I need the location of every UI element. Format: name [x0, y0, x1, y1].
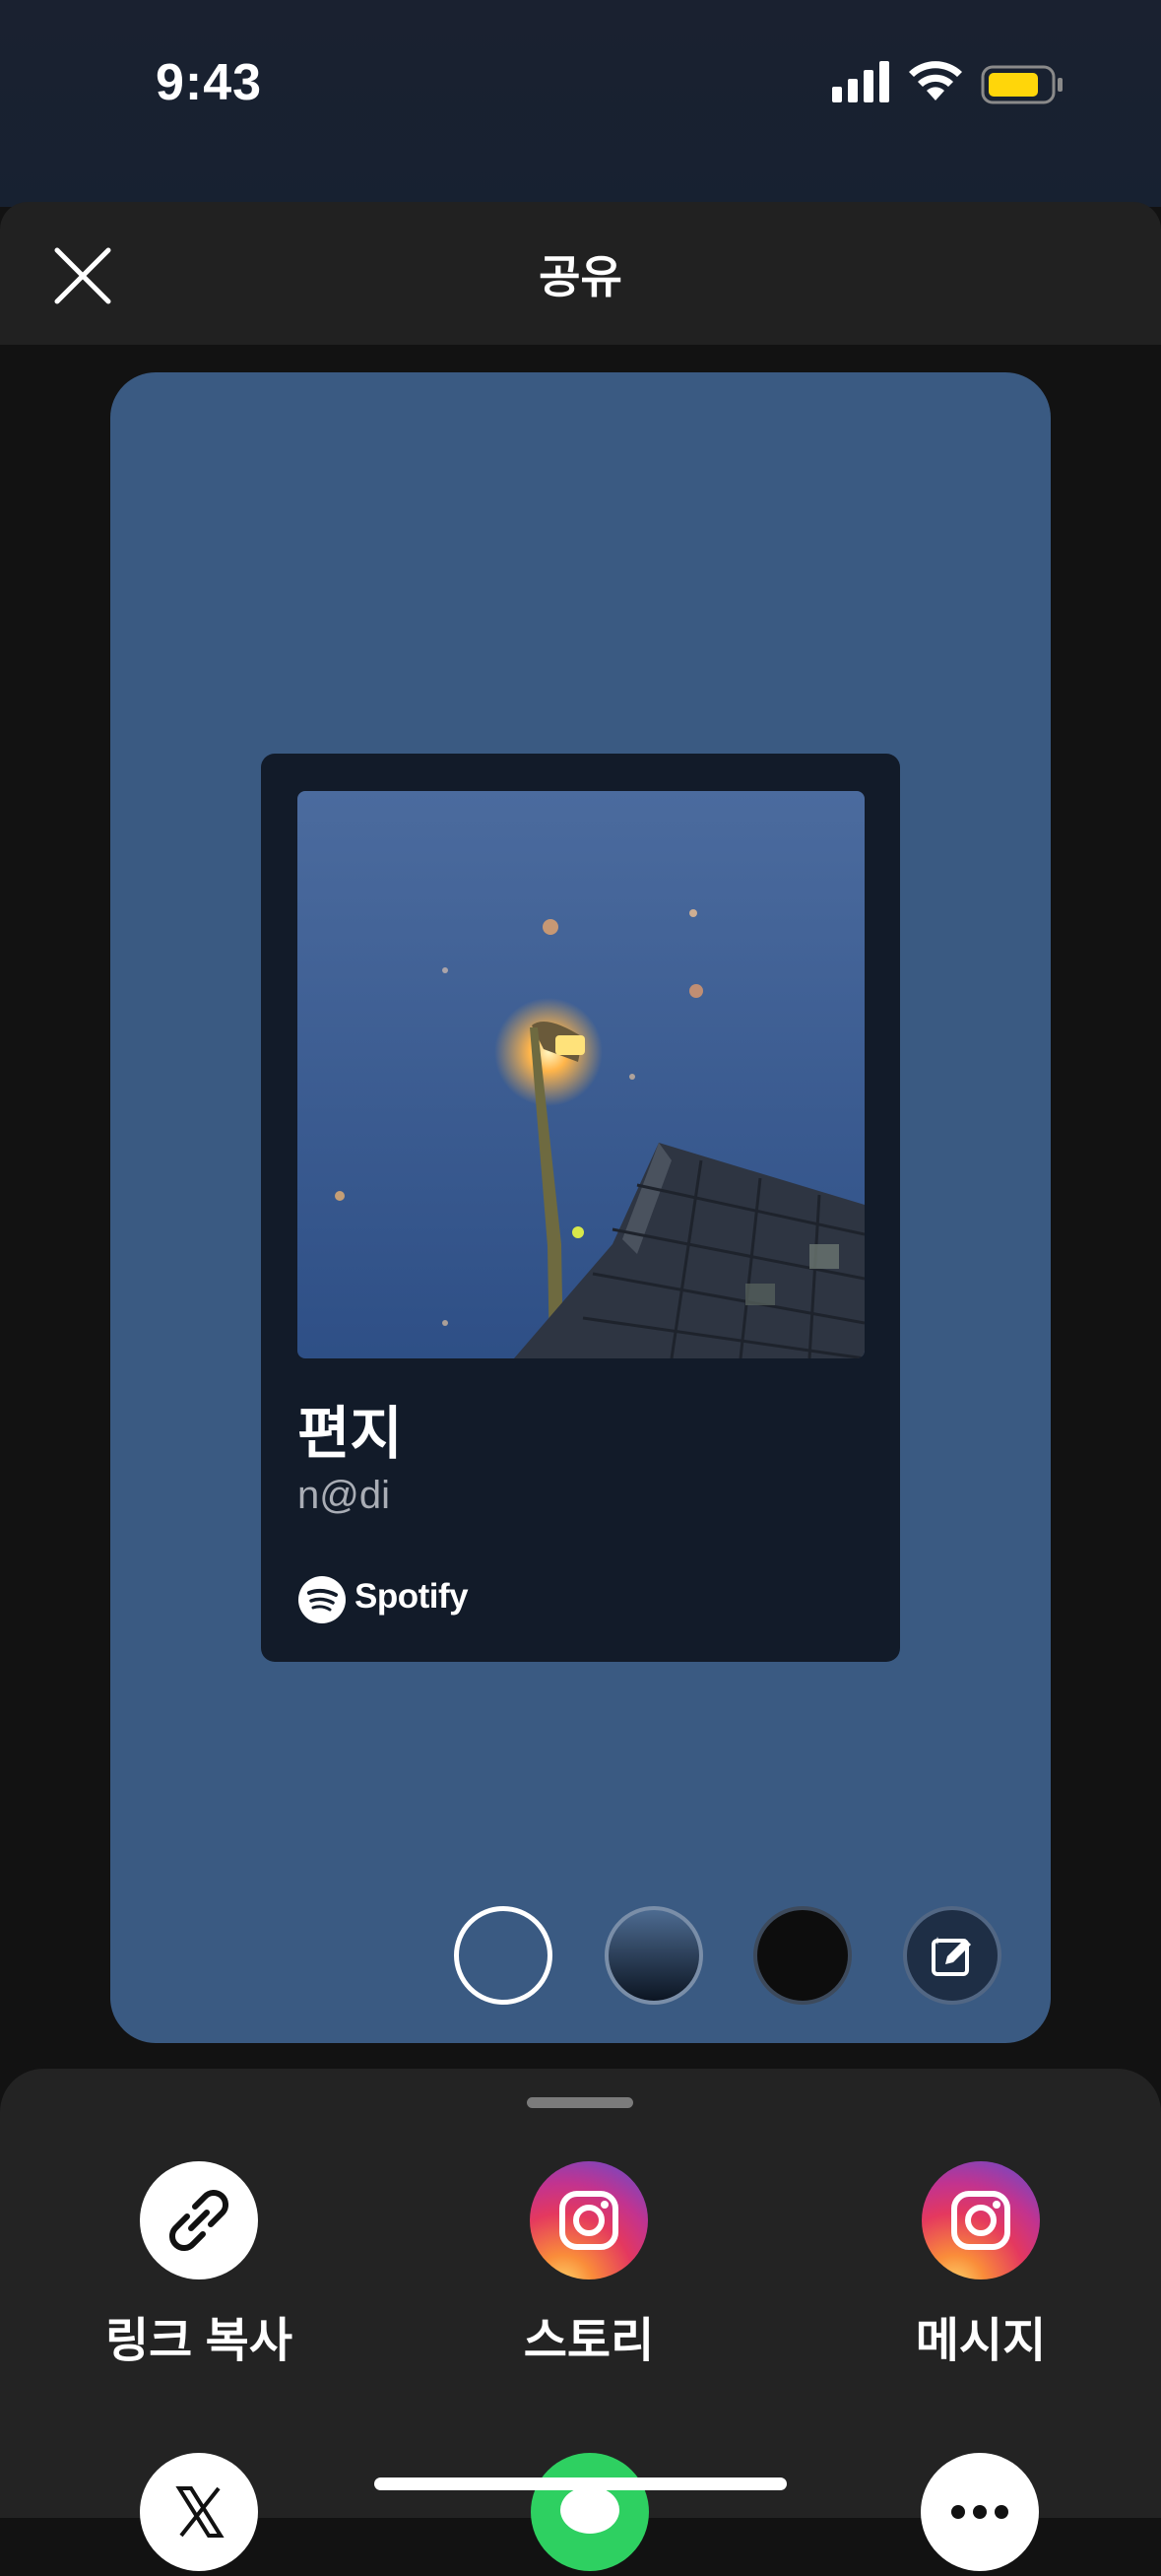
home-indicator[interactable] — [374, 2477, 787, 2490]
drag-handle[interactable] — [527, 2097, 633, 2108]
status-bar: 9:43 — [0, 0, 1161, 207]
battery-icon — [981, 65, 1063, 104]
background-option-black[interactable] — [753, 1906, 852, 2005]
wifi-icon — [909, 61, 962, 100]
cellular-signal-icon — [832, 61, 889, 102]
page-title: 공유 — [539, 251, 622, 302]
album-cover-image — [297, 791, 865, 1358]
instagram-icon-circle — [530, 2161, 648, 2279]
instagram-icon — [951, 2191, 1010, 2250]
edit-icon — [932, 1937, 971, 1976]
x-share-button[interactable] — [140, 2453, 258, 2571]
messages-icon — [560, 2486, 619, 2534]
song-title: 편지 — [297, 1402, 403, 1466]
spotify-icon — [298, 1576, 346, 1623]
instagram-icon — [559, 2191, 618, 2250]
share-label: 스토리 — [523, 2315, 655, 2367]
share-label: 링크 복사 — [105, 2315, 292, 2367]
background-option-gradient[interactable] — [605, 1906, 703, 2005]
instagram-message-button[interactable]: 메시지 — [863, 2161, 1099, 2370]
messages-share-button[interactable] — [531, 2453, 649, 2571]
x-icon — [175, 2486, 225, 2538]
link-icon — [168, 2189, 229, 2252]
link-icon-circle — [140, 2161, 258, 2279]
instagram-story-button[interactable]: 스토리 — [471, 2161, 707, 2370]
share-label: 메시지 — [915, 2315, 1047, 2367]
edit-background-button[interactable] — [903, 1906, 1001, 2005]
more-share-button[interactable] — [921, 2453, 1039, 2571]
more-icon — [951, 2505, 1008, 2519]
copy-link-button[interactable]: 링크 복사 — [81, 2161, 317, 2370]
spotify-wordmark: Spotify — [355, 1577, 469, 1616]
instagram-icon-circle — [922, 2161, 1040, 2279]
artist-name: n@di — [297, 1474, 390, 1517]
background-option-white[interactable] — [454, 1906, 552, 2005]
status-time: 9:43 — [156, 54, 263, 111]
